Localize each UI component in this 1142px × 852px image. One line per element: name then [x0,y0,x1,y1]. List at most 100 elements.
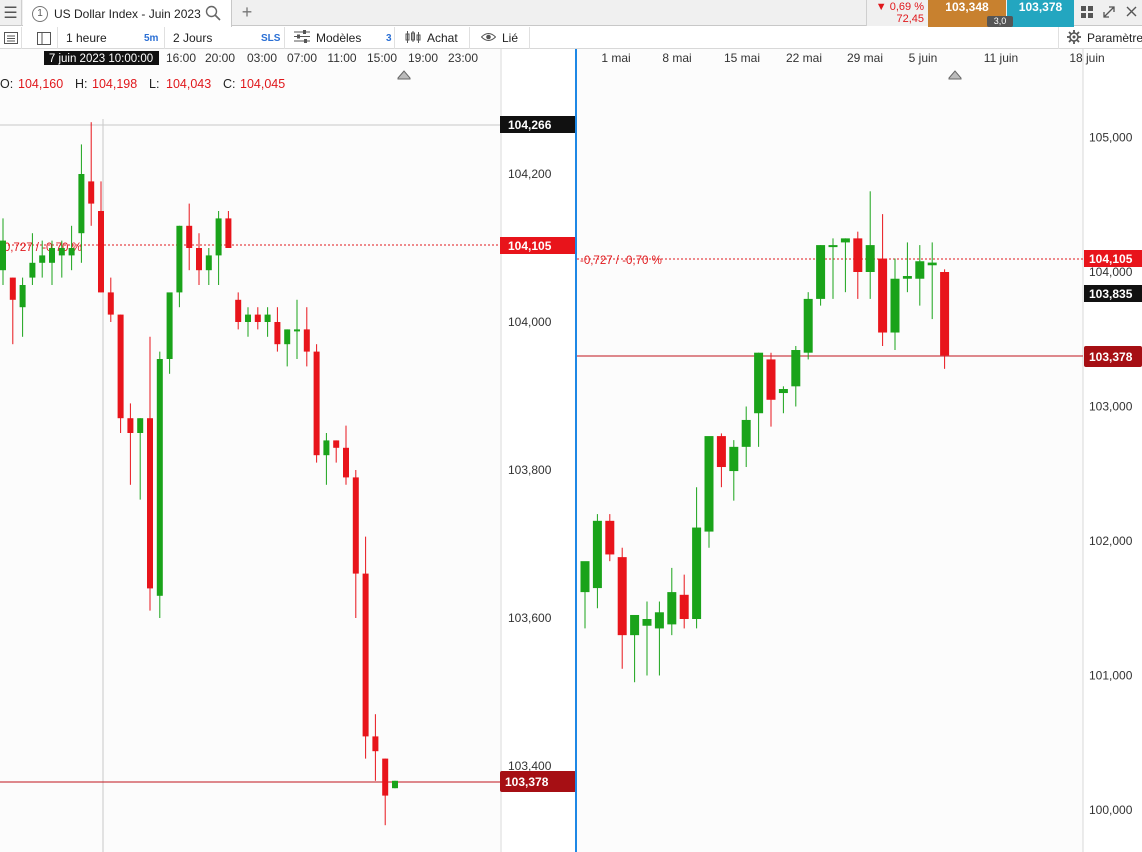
candle-body [878,258,888,333]
candle-body [704,436,714,532]
candle-body [303,329,310,352]
crosshair-price: 104,266 [508,118,552,132]
add-tab-button[interactable]: + [236,2,258,24]
ohlc-high: 104,198 [92,77,137,91]
candle-body [927,262,937,266]
grid-icon[interactable] [1081,5,1094,21]
list-icon[interactable] [0,27,22,49]
candle-body [840,238,850,243]
candle-body [865,245,875,272]
interval-label: 1 heure [66,31,107,45]
candle [392,780,398,789]
candle-body [580,561,590,593]
candle [117,314,124,433]
models-badge: 3 [386,32,392,44]
candle-body [692,527,702,620]
candle-body [729,446,739,472]
candle-body [333,440,340,448]
close-icon[interactable] [1126,6,1137,20]
time-axis-label: 22 mai [786,51,822,65]
candle [156,351,163,618]
chart-toolbar: 1 heure 5m 2 Jours SLS Modèles 3 Achat L… [0,27,1142,49]
candle-body [372,736,379,752]
expand-icon[interactable] [1103,5,1116,21]
candle-body [58,248,65,256]
candle-body [343,447,349,478]
candles-icon [405,30,421,46]
candle-body [362,573,369,737]
candle-body [49,248,55,263]
buy-button[interactable]: Achat [395,27,470,49]
candle-body [392,780,398,789]
prev-price: 103,835 [1089,287,1133,301]
daily-chart[interactable]: 1 mai 8 mai 15 mai 22 mai 29 mai 5 juin 11 jui… [577,49,1142,852]
time-axis-label: 11:00 [327,51,356,65]
candle-body [605,520,615,555]
interval-selector[interactable]: 1 heure 5m [58,27,165,49]
price-axis-label: 100,000 [1089,803,1133,817]
candle-body [592,520,602,589]
candle-body [78,174,85,234]
candle [816,245,826,306]
candle [803,292,813,360]
price-axis-label: 101,000 [1089,669,1133,683]
ohlc-close-label: C: [223,77,236,91]
candle-body [274,322,281,345]
time-axis-label: 07:00 [287,51,317,65]
candle-body [147,418,153,589]
time-axis-label: 20:00 [205,51,235,65]
search-icon[interactable] [205,5,221,24]
candle-body [654,612,664,629]
hourly-chart-panel[interactable]: 7 juin 2023 10:00:00 16:00 20:00 03:00 07:0… [0,49,576,852]
crosshair-time-label: 7 juin 2023 10:00:00 [49,53,153,65]
candle-body [235,299,242,322]
layout-icon[interactable] [30,27,58,49]
candle-body [313,351,320,456]
eye-icon [480,31,497,45]
price-axis-label: 104,000 [1089,265,1133,279]
candle-body [9,277,16,300]
price-axis-label: 104,000 [508,315,552,329]
range-selector[interactable]: 2 Jours SLS [165,27,285,49]
candle-body [716,436,726,468]
price-axis-label: 105,000 [1089,131,1133,145]
candle-body [902,276,912,279]
time-axis-label: 23:00 [448,51,478,65]
tab-us-dollar-index[interactable]: 1 US Dollar Index - Juin 2023 [23,0,232,27]
candle-body [117,314,124,419]
price-axis-label: 104,200 [508,167,552,181]
candle-body [39,255,46,263]
hourly-chart[interactable]: 7 juin 2023 10:00:00 16:00 20:00 03:00 07:0… [0,49,576,852]
candle-body [853,238,863,272]
candle-body [803,298,813,353]
candle-body [679,594,689,620]
candle [605,514,615,562]
menu-icon[interactable]: ☰ [0,0,22,26]
range-label: 2 Jours [173,31,213,45]
ref-price: 104,105 [1089,252,1133,266]
models-label: Modèles [316,31,362,45]
last-price: 103,378 [1089,350,1133,364]
models-button[interactable]: Modèles 3 [285,27,395,49]
time-axis-label: 1 mai [601,51,630,65]
buy-price-button[interactable]: 103,378 [1007,0,1074,28]
range-badge: SLS [261,32,281,44]
candle [940,269,950,369]
time-axis-label: 16:00 [166,51,196,65]
spread-badge: 3,0 [987,16,1013,27]
window-controls [1076,0,1142,26]
ohlc-high-label: H: [75,77,88,91]
candle-body [98,211,104,293]
settings-button[interactable]: Paramètre [1058,27,1142,49]
change-percent: ▼ 0,69 % [875,1,924,13]
ohlc-open-label: O: [0,77,13,91]
time-axis-label: 03:00 [247,51,277,65]
linked-button[interactable]: Lié [470,27,530,49]
candle-body [890,278,900,333]
candle-body [828,245,838,248]
ohlc-low-label: L: [149,77,159,91]
candle-body [29,262,36,278]
candle-body [166,292,173,359]
candle-body [68,248,75,256]
daily-chart-panel[interactable]: 1 mai 8 mai 15 mai 22 mai 29 mai 5 juin 11 jui… [577,49,1142,852]
